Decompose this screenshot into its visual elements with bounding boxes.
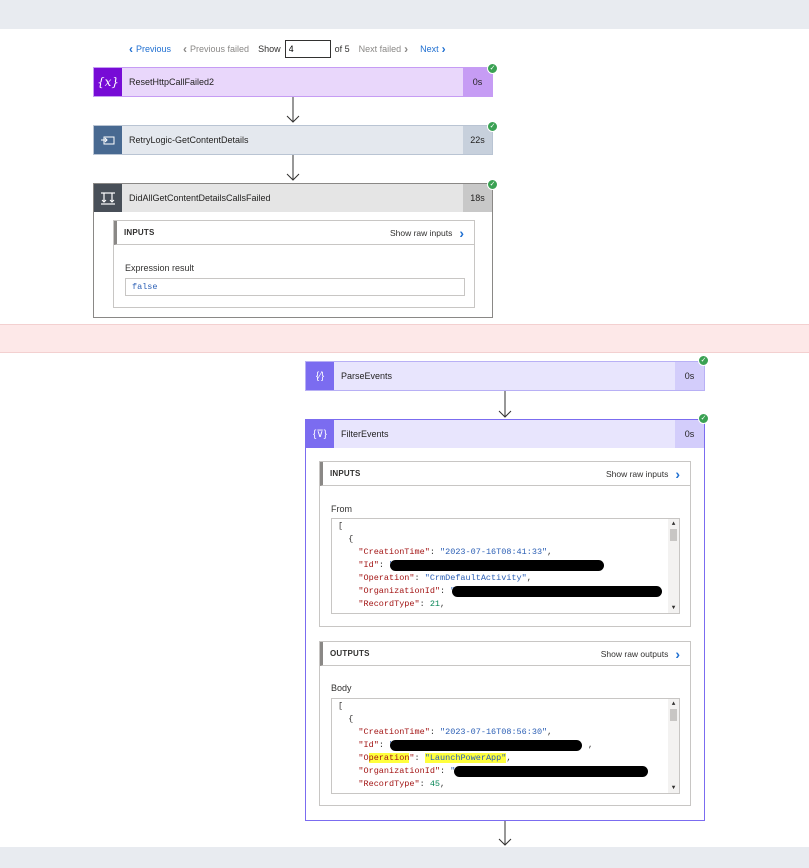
json-line: "CreationTime": "2023-07-16T08:56:30", xyxy=(338,727,553,737)
scroll-up-icon[interactable]: ▲ xyxy=(668,519,679,529)
body-json-viewer[interactable]: [ { "CreationTime": "2023-07-16T08:56:30… xyxy=(331,698,680,794)
arrow-down-icon xyxy=(286,97,300,124)
json-line: "OrganizationId": " xyxy=(338,586,455,596)
run-pager: ‹Previous ‹Previous failed Show of 5 Nex… xyxy=(126,40,449,58)
panel-header: INPUTS Show raw inputs › xyxy=(320,462,690,486)
next-failed-link[interactable]: Next failed › xyxy=(359,43,412,55)
step-filter-events[interactable]: {⊽} FilterEvents 0s INPUTS Show raw inpu… xyxy=(305,419,705,821)
json-line: "Id": " xyxy=(338,560,394,570)
json-line: "Operation": "CrmDefaultActivity", xyxy=(338,573,532,583)
redaction-mark xyxy=(452,586,662,597)
json-line: "Operation": "LaunchPowerApp", xyxy=(338,753,512,763)
redaction-mark xyxy=(454,766,648,777)
arrow-down-icon xyxy=(498,821,512,847)
top-band xyxy=(0,0,809,29)
scroll-down-icon[interactable]: ▼ xyxy=(668,783,679,793)
show-raw-inputs-link[interactable]: Show raw inputs › xyxy=(606,462,680,486)
chevron-right-icon: › xyxy=(459,225,464,241)
json-line: [ xyxy=(338,701,344,711)
chevron-left-icon: ‹ xyxy=(129,42,133,56)
condition-icon xyxy=(94,184,122,212)
parse-json-icon: {⁄} xyxy=(306,362,334,390)
branch-separator xyxy=(0,324,809,353)
panel-header: INPUTS Show raw inputs › xyxy=(114,221,474,245)
step-title: DidAllGetContentDetailsCallsFailed xyxy=(129,193,271,203)
success-check-icon: ✓ xyxy=(487,121,498,132)
json-line: "CreationTime": "2023-07-16T08:41:33", xyxy=(338,547,553,557)
scroll-thumb[interactable] xyxy=(670,529,677,541)
filter-array-icon: {⊽} xyxy=(306,420,334,448)
previous-failed-link[interactable]: ‹ Previous failed xyxy=(180,43,249,55)
json-line: { xyxy=(338,534,354,544)
field-label: Expression result xyxy=(125,263,195,273)
step-reset-http-call-failed[interactable]: {x} ResetHttpCallFailed2 0s xyxy=(93,67,493,97)
panel-header: OUTPUTS Show raw outputs › xyxy=(320,642,690,666)
scope-icon xyxy=(94,126,122,154)
step-title: ResetHttpCallFailed2 xyxy=(129,77,215,87)
json-line: "RecordType": 21, xyxy=(338,599,446,609)
success-check-icon: ✓ xyxy=(487,179,498,190)
redaction-mark xyxy=(390,740,582,751)
step-parse-events[interactable]: {⁄} ParseEvents 0s xyxy=(305,361,705,391)
scroll-down-icon[interactable]: ▼ xyxy=(668,603,679,613)
json-line: "ResultStatus": "Success", xyxy=(338,791,491,793)
iteration-input[interactable] xyxy=(284,40,331,58)
variable-icon: {x} xyxy=(94,68,122,96)
outputs-panel: OUTPUTS Show raw outputs › Body [ { "Crea… xyxy=(319,641,691,806)
chevron-left-icon: ‹ xyxy=(183,42,188,56)
bottom-band xyxy=(0,847,809,868)
inputs-panel: INPUTS Show raw inputs › Expression resul… xyxy=(113,220,475,308)
step-title: FilterEvents xyxy=(341,429,389,439)
json-line: { xyxy=(338,714,354,724)
scrollbar[interactable]: ▲ ▼ xyxy=(668,519,679,613)
chevron-right-icon: › xyxy=(404,42,409,56)
chevron-right-icon: › xyxy=(675,466,680,482)
json-line: "RecordType": 45, xyxy=(338,779,446,789)
expression-result-value: false xyxy=(125,278,465,296)
previous-link[interactable]: ‹ Previous xyxy=(126,43,171,55)
of-total-label: of 5 xyxy=(334,44,350,54)
show-raw-inputs-link[interactable]: Show raw inputs › xyxy=(390,221,464,245)
json-line: "OrganizationId": " xyxy=(338,766,456,776)
show-raw-outputs-link[interactable]: Show raw outputs › xyxy=(601,642,680,666)
step-title: ParseEvents xyxy=(341,371,393,381)
success-check-icon: ✓ xyxy=(487,63,498,74)
scroll-up-icon[interactable]: ▲ xyxy=(668,699,679,709)
step-condition[interactable]: DidAllGetContentDetailsCallsFailed 18s I… xyxy=(93,183,493,318)
redaction-mark xyxy=(390,560,604,571)
step-duration: 0s xyxy=(675,420,704,448)
scroll-thumb[interactable] xyxy=(670,709,677,721)
json-line: [ xyxy=(338,521,344,531)
field-label: From xyxy=(331,504,352,514)
from-json-viewer[interactable]: [ { "CreationTime": "2023-07-16T08:41:33… xyxy=(331,518,680,614)
scrollbar[interactable]: ▲ ▼ xyxy=(668,699,679,793)
step-retry-logic[interactable]: RetryLogic-GetContentDetails 22s xyxy=(93,125,493,155)
success-check-icon: ✓ xyxy=(698,355,709,366)
chevron-right-icon: › xyxy=(675,646,680,662)
chevron-right-icon: › xyxy=(441,42,446,56)
step-duration: 0s xyxy=(675,362,704,390)
next-link[interactable]: Next › xyxy=(420,43,449,55)
field-label: Body xyxy=(331,683,352,693)
json-line: "ResultStatus": "Success", xyxy=(338,611,491,613)
arrow-down-icon xyxy=(498,391,512,419)
arrow-down-icon xyxy=(286,155,300,182)
step-title: RetryLogic-GetContentDetails xyxy=(129,135,249,145)
inputs-panel: INPUTS Show raw inputs › From [ { "Creati… xyxy=(319,461,691,627)
show-label: Show xyxy=(258,44,281,54)
success-check-icon: ✓ xyxy=(698,413,709,424)
